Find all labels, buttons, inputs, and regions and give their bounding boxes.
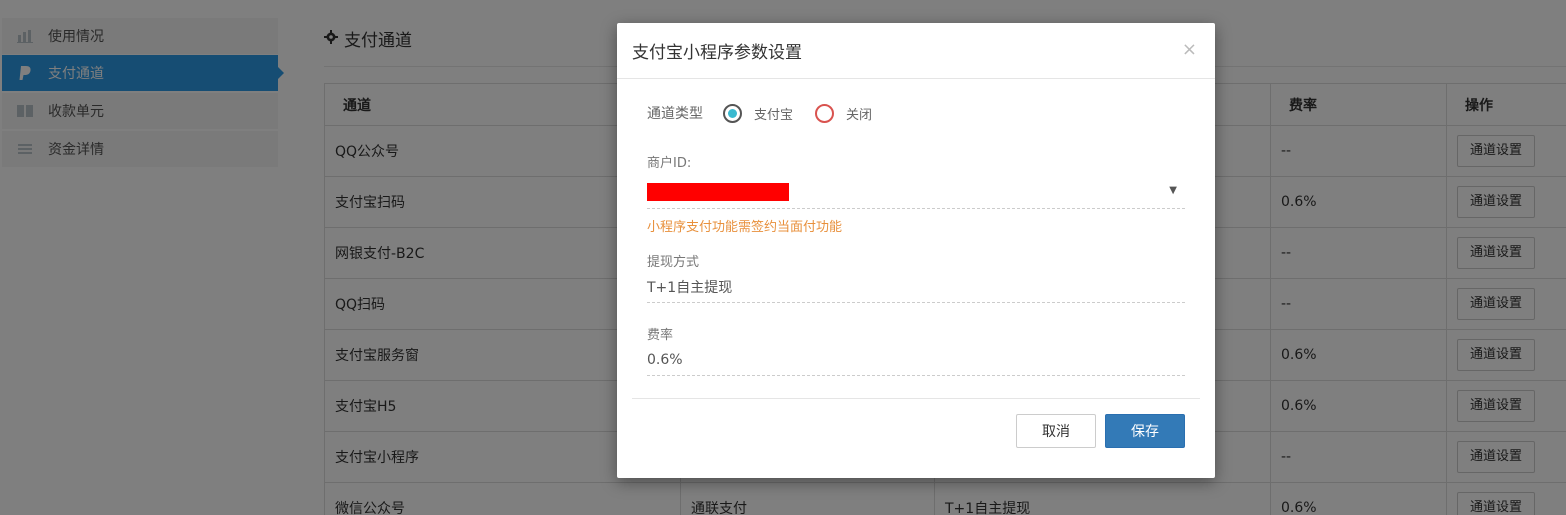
dialog-title: 支付宝小程序参数设置 — [632, 43, 802, 63]
channel-type-label: 通道类型 — [647, 106, 703, 122]
rate-field[interactable]: 0.6% — [647, 345, 1185, 376]
rate-value: 0.6% — [647, 352, 683, 368]
merchant-id-label: 商户ID: — [647, 156, 692, 171]
caret-down-icon: ▼ — [1169, 185, 1177, 196]
withdraw-value: T+1自主提现 — [647, 280, 733, 296]
radio-alipay[interactable] — [723, 103, 742, 123]
rate-label: 费率 — [647, 328, 674, 343]
radio-close[interactable] — [815, 103, 835, 123]
redacted-value — [647, 183, 789, 201]
channel-settings-dialog: 支付宝小程序参数设置 × 通道类型 支付宝 关闭 商户ID: ▼ 小程序支付功能… — [617, 23, 1215, 478]
merchant-id-value — [647, 176, 1185, 208]
withdraw-label: 提现方式 — [647, 255, 700, 270]
radio-close-label[interactable]: 关闭 — [846, 104, 872, 123]
save-button[interactable]: 保存 — [1105, 414, 1185, 448]
dialog-footer-divider — [632, 398, 1200, 399]
cancel-button[interactable]: 取消 — [1016, 414, 1096, 448]
radio-alipay-label[interactable]: 支付宝 — [754, 104, 793, 123]
withdraw-field[interactable]: T+1自主提现 — [647, 272, 1185, 303]
merchant-id-hint: 小程序支付功能需签约当面付功能 — [647, 220, 843, 235]
merchant-id-select[interactable]: ▼ — [647, 176, 1185, 209]
close-icon[interactable]: × — [1182, 39, 1197, 60]
dialog-header: 支付宝小程序参数设置 — [617, 23, 1215, 79]
channel-type-row: 通道类型 支付宝 关闭 — [647, 103, 894, 123]
